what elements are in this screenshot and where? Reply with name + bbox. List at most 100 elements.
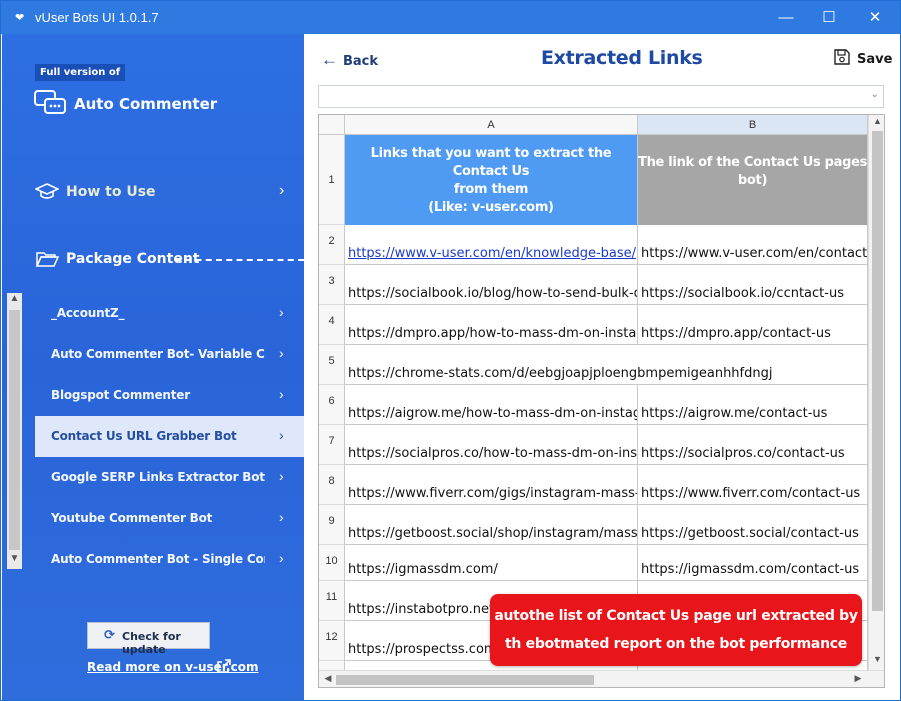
grid-cell[interactable]: https://www.fiverr.com/gigs/instagram-ma… (345, 465, 638, 505)
scroll-thumb[interactable] (336, 675, 594, 685)
grid-cell[interactable]: https://www.v-user.com/en/contact (638, 225, 868, 265)
grid-cell[interactable]: https://getboost.social/contact-us (638, 505, 868, 545)
header-cell-b-line: bot) (737, 173, 768, 188)
app-heart-icon: ❤ (15, 12, 25, 24)
header-cell-a[interactable]: Links that you want to extract the Conta… (345, 135, 638, 225)
chat-bubbles-icon (34, 90, 66, 114)
chevron-right-icon: › (279, 386, 284, 402)
grid-cell[interactable]: https://www.fiverr.com/contact-us (638, 465, 868, 505)
row-header[interactable]: 5 (319, 345, 345, 385)
row-header[interactable]: 6 (319, 385, 345, 425)
callout-line: th ebotmated report on the bot performan… (505, 636, 847, 652)
refresh-icon: ⟳ (104, 628, 115, 643)
maximize-button[interactable]: ☐ (814, 7, 844, 29)
grid-corner[interactable] (319, 115, 345, 135)
main-panel: ← Back Extracted Links Save ⌄ A B 1 Link… (304, 34, 900, 700)
package-item-label: Auto Commenter Bot - Single Comment (51, 552, 265, 566)
row-header[interactable]: 10 (319, 545, 345, 581)
package-item-single-comment[interactable]: Auto Commenter Bot - Single Comment › (35, 539, 304, 580)
grid-cell[interactable]: https://getboost.social/shop/instagram/m… (345, 505, 638, 545)
cell-text: https://dmpro.app/how-to-mass-dm-on-inst… (348, 326, 637, 341)
grid-vertical-scrollbar[interactable]: ▲ ▼ (868, 115, 884, 670)
chevron-right-icon: › (279, 427, 284, 443)
chevron-right-icon: › (279, 304, 284, 320)
app-window: ❤ vUser Bots UI 1.0.1.7 — ☐ ✕ Full versi… (0, 0, 901, 701)
cell-text: https://igmassdm.com/contact-us (641, 562, 860, 577)
grid-cell[interactable]: https://dmpro.app/how-to-mass-dm-on-inst… (345, 305, 638, 345)
scroll-up-icon[interactable]: ▲ (7, 293, 22, 309)
grid-cell[interactable]: https://chrome-stats.com/d/eebgjoapjploe… (345, 345, 868, 385)
grid-cell[interactable]: https://socialpros.co/contact-us (638, 425, 868, 465)
grid-cell[interactable]: https://aigrow.me/how-to-mass-dm-on-inst… (345, 385, 638, 425)
nav-how-to-use[interactable]: How to Use › (2, 178, 304, 208)
back-button[interactable]: ← Back (321, 49, 381, 71)
row-header[interactable]: 9 (319, 505, 345, 545)
grid-cell[interactable]: https://igmassdm.com/contact-us (638, 545, 868, 581)
check-update-button[interactable]: ⟳ Check for update (87, 622, 210, 656)
chevron-right-icon: › (279, 182, 285, 199)
external-link-icon[interactable] (216, 658, 232, 674)
grid-cell[interactable]: https://socialpros.co/how-to-mass-dm-on-… (345, 425, 638, 465)
package-item-blogspot[interactable]: Blogspot Commenter › (35, 375, 304, 416)
grid-cell[interactable]: https://socialbook.io/ccntact-us (638, 265, 868, 305)
row-header[interactable]: 12 (319, 621, 345, 661)
row-header[interactable]: 3 (319, 265, 345, 305)
grid-cell[interactable]: https://www.v-user.com/en/knowledge-base… (345, 225, 638, 265)
save-button[interactable]: Save (833, 48, 892, 70)
folder-icon (35, 252, 59, 267)
grid-cell[interactable]: https://igmassdm.com/ (345, 545, 638, 581)
grid-cell[interactable]: https://dmpro.app/contact-us (638, 305, 868, 345)
scroll-thumb[interactable] (872, 131, 883, 611)
row-header[interactable]: 1 (319, 135, 345, 225)
cell-text: https://aigrow.me/how-to-mass-dm-on-inst… (348, 406, 638, 421)
row-header[interactable]: 2 (319, 225, 345, 265)
package-item-serp-extractor[interactable]: Google SERP Links Extractor Bot › (35, 457, 304, 498)
cell-text: https://aigrow.me/contact-us (641, 406, 828, 421)
scroll-left-icon[interactable]: ◀ (321, 673, 335, 684)
package-item-label: Google SERP Links Extractor Bot (51, 470, 265, 484)
title-bar[interactable]: ❤ vUser Bots UI 1.0.1.7 — ☐ ✕ (1, 1, 900, 34)
grid-cell[interactable]: https://aigrow.me/contact-us (638, 385, 868, 425)
package-item-youtube-commenter[interactable]: Youtube Commenter Bot › (35, 498, 304, 539)
scroll-up-icon[interactable]: ▲ (869, 116, 884, 130)
grid-cell[interactable]: https://socialbook.io/blog/how-to-send-b… (345, 265, 638, 305)
minimize-button[interactable]: — (771, 7, 801, 29)
cell-text: https://instabotpro.net (348, 602, 495, 617)
row-header[interactable]: 11 (319, 581, 345, 621)
page-title: Extracted Links (541, 47, 703, 69)
sidebar: Full version of Auto Commenter How to Us… (2, 34, 304, 700)
arrow-left-icon: ← (321, 50, 338, 69)
column-header-b[interactable]: B (638, 115, 868, 135)
save-label: Save (857, 52, 893, 67)
package-item-accountz[interactable]: _AccountZ_ › (35, 293, 304, 334)
package-item-contact-us-grabber[interactable]: Contact Us URL Grabber Bot › (35, 416, 304, 457)
scroll-thumb[interactable] (9, 310, 20, 550)
full-version-badge: Full version of (35, 64, 126, 81)
header-cell-a-line: from them (453, 182, 529, 197)
nav-package-content[interactable]: Package Content (2, 245, 304, 275)
row-header[interactable]: 7 (319, 425, 345, 465)
chevron-right-icon: › (279, 509, 284, 525)
divider (175, 259, 304, 261)
header-cell-b[interactable]: The link of the Contact Us pages (It is … (638, 135, 868, 225)
cell-text: https://chrome-stats.com/d/eebgjoapjploe… (348, 366, 773, 381)
package-item-label: Blogspot Commenter (51, 388, 190, 402)
scroll-down-icon[interactable]: ▼ (869, 654, 884, 668)
header-cell-a-line: Links that you want to extract the Conta… (370, 146, 612, 179)
cell-text: https://www.v-user.com/en/knowledge-base… (348, 246, 637, 261)
package-item-variable-comment[interactable]: Auto Commenter Bot- Variable Comment Ver… (35, 334, 304, 375)
filter-dropdown[interactable]: ⌄ (318, 85, 884, 108)
scroll-down-icon[interactable]: ▼ (7, 553, 22, 569)
cell-text: https://igmassdm.com/ (348, 562, 498, 577)
row-header[interactable]: 4 (319, 305, 345, 345)
column-header-a[interactable]: A (345, 115, 638, 135)
close-button[interactable]: ✕ (860, 7, 890, 29)
read-more-link[interactable]: Read more on v-user.com (87, 660, 258, 674)
cell-text: https://getboost.social/contact-us (641, 526, 859, 541)
grid-horizontal-scrollbar[interactable]: ◀ ▶ (319, 670, 884, 687)
callout-line: autothe list of Contact Us page url extr… (494, 608, 858, 624)
header-cell-a-line: (Like: v-user.com) (428, 200, 554, 215)
sidebar-scrollbar[interactable]: ▲ ▼ (7, 293, 22, 569)
row-header[interactable]: 8 (319, 465, 345, 505)
scroll-right-icon[interactable]: ▶ (851, 673, 865, 684)
